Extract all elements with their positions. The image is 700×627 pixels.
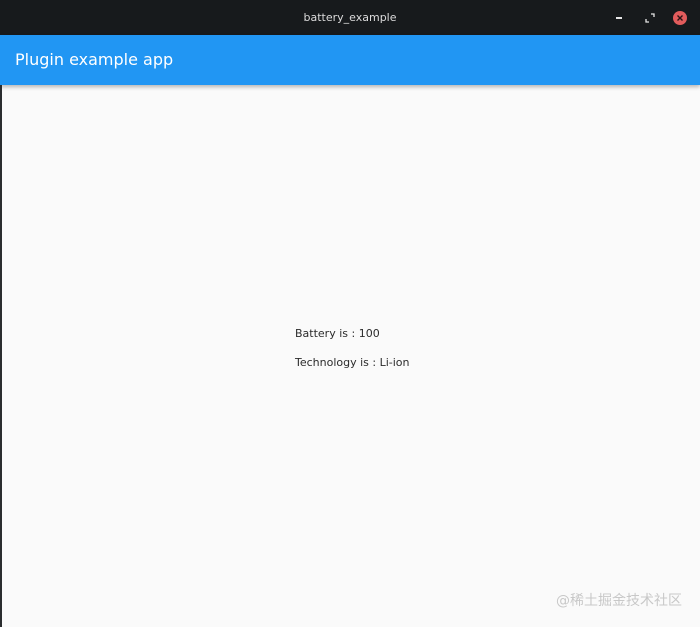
- main-content: Battery is : 100 Technology is : Li-ion …: [0, 85, 700, 627]
- minimize-button[interactable]: [610, 9, 628, 27]
- close-button[interactable]: [671, 9, 689, 27]
- battery-technology-text: Technology is : Li-ion: [295, 356, 410, 369]
- app-bar: Plugin example app: [0, 35, 700, 85]
- window-title: battery_example: [303, 11, 397, 24]
- window-left-border: [0, 85, 2, 627]
- app-window: battery_example Plugin example app Batte…: [0, 0, 700, 627]
- window-titlebar[interactable]: battery_example: [0, 0, 700, 35]
- maximize-button[interactable]: [641, 9, 659, 27]
- restore-icon: [645, 13, 655, 23]
- watermark: @稀土掘金技术社区: [556, 593, 682, 609]
- minimize-icon: [616, 17, 622, 19]
- app-bar-title: Plugin example app: [15, 50, 174, 69]
- battery-level-text: Battery is : 100: [295, 327, 380, 340]
- close-icon: [673, 11, 687, 25]
